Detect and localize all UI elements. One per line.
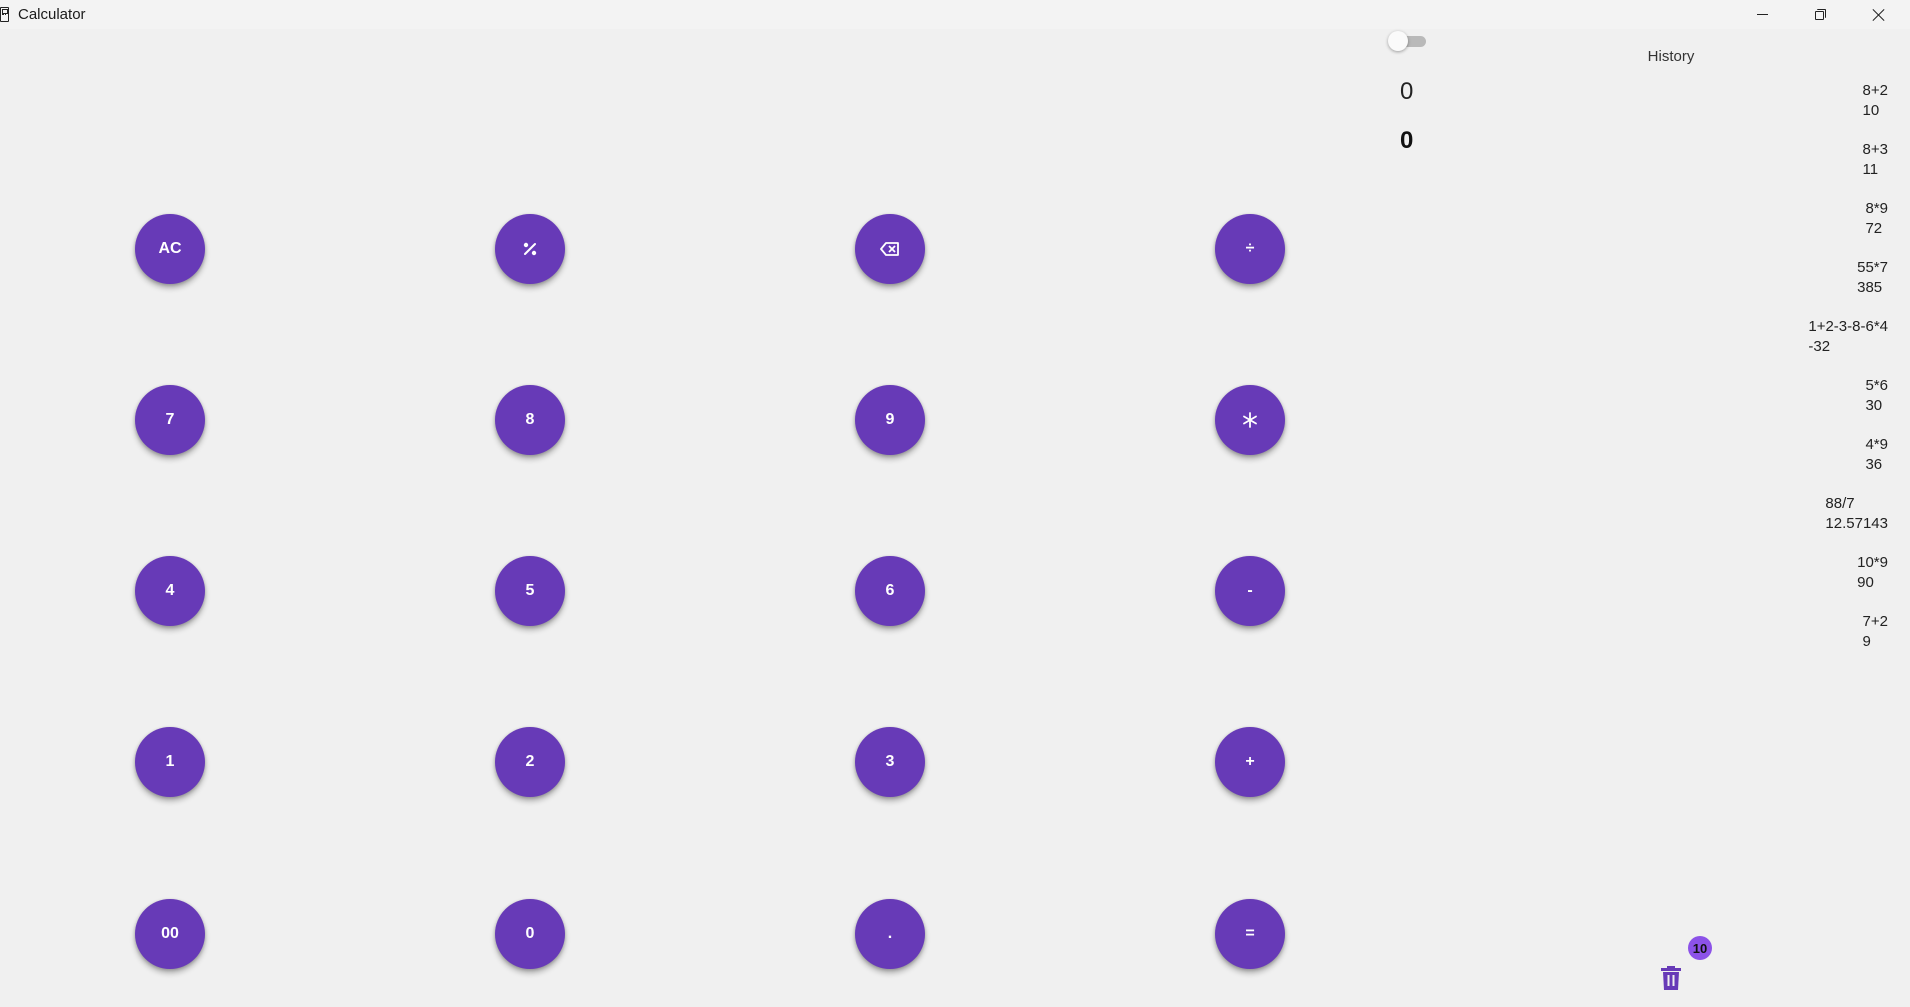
- calculator-icon: [0, 7, 9, 22]
- history-expression: 8+3: [1862, 141, 1888, 158]
- history-result: 12.57143: [1825, 515, 1888, 532]
- window-title: Calculator: [18, 6, 86, 23]
- key-7[interactable]: 7: [135, 385, 205, 455]
- key-decimal[interactable]: .: [855, 899, 925, 969]
- history-item[interactable]: 10*9 90: [1857, 553, 1888, 593]
- close-button[interactable]: [1849, 0, 1907, 29]
- history-result: 90: [1857, 574, 1874, 591]
- key-multiply[interactable]: [1215, 385, 1285, 455]
- key-percent[interactable]: [495, 214, 565, 284]
- key-minus[interactable]: -: [1215, 556, 1285, 626]
- history-expression: 7+2: [1862, 613, 1888, 630]
- history-result: 36: [1865, 456, 1883, 473]
- key-5[interactable]: 5: [495, 556, 565, 626]
- key-backspace[interactable]: [855, 214, 925, 284]
- history-item[interactable]: 8*9 72: [1865, 199, 1888, 239]
- key-00[interactable]: 00: [135, 899, 205, 969]
- key-ac[interactable]: AC: [135, 214, 205, 284]
- history-item[interactable]: 88/7 12.57143: [1825, 494, 1888, 534]
- key-6[interactable]: 6: [855, 556, 925, 626]
- history-result: -32: [1808, 338, 1831, 355]
- key-plus[interactable]: +: [1215, 727, 1285, 797]
- key-4[interactable]: 4: [135, 556, 205, 626]
- key-8[interactable]: 8: [495, 385, 565, 455]
- history-result: 9: [1862, 633, 1871, 650]
- key-9[interactable]: 9: [855, 385, 925, 455]
- close-icon: [1872, 8, 1885, 21]
- history-expression: 8*9: [1865, 200, 1888, 217]
- key-equals[interactable]: =: [1215, 899, 1285, 969]
- asterisk-icon: [1243, 412, 1257, 428]
- restore-icon: [1814, 9, 1826, 20]
- history-expression: 10*9: [1857, 554, 1888, 571]
- key-0[interactable]: 0: [495, 899, 565, 969]
- mode-toggle[interactable]: [1388, 31, 1428, 51]
- key-1[interactable]: 1: [135, 727, 205, 797]
- history-item[interactable]: 7+2 9: [1863, 612, 1888, 652]
- title-bar: Calculator: [0, 0, 1910, 29]
- minimize-button[interactable]: [1733, 0, 1791, 29]
- history-expression: 88/7: [1825, 495, 1855, 512]
- history-result: 11: [1862, 161, 1879, 178]
- key-3[interactable]: 3: [855, 727, 925, 797]
- history-item[interactable]: 5*6 30: [1865, 376, 1888, 416]
- history-expression: 8+2: [1862, 82, 1888, 99]
- backspace-icon: [880, 242, 899, 256]
- minimize-icon: [1756, 14, 1768, 15]
- history-expression: 55*7: [1857, 259, 1888, 276]
- history-item[interactable]: 8+3 11: [1863, 140, 1888, 180]
- expression-display: 0: [1400, 78, 1414, 105]
- history-result: 72: [1865, 220, 1883, 237]
- toggle-thumb: [1388, 31, 1408, 51]
- result-display: 0: [1400, 127, 1414, 154]
- history-count-badge: 10: [1688, 936, 1712, 960]
- keypad: AC ÷ 7 8 9 4 5 6 - 1 2 3 + 00 0 . =: [0, 29, 1380, 1007]
- history-expression: 1+2-3-8-6*4: [1808, 318, 1888, 335]
- history-item[interactable]: 4*9 36: [1865, 435, 1888, 475]
- history-expression: 5*6: [1865, 377, 1888, 394]
- restore-button[interactable]: [1791, 0, 1849, 29]
- key-2[interactable]: 2: [495, 727, 565, 797]
- percent-icon: [523, 242, 537, 256]
- history-result: 30: [1865, 397, 1883, 414]
- key-divide[interactable]: ÷: [1215, 214, 1285, 284]
- trash-icon: [1661, 966, 1681, 990]
- clear-history-button[interactable]: [1660, 966, 1682, 990]
- history-title: History: [1647, 48, 1695, 65]
- history-expression: 4*9: [1865, 436, 1888, 453]
- history-result: 385: [1857, 279, 1883, 296]
- history-result: 10: [1862, 102, 1880, 119]
- history-item[interactable]: 1+2-3-8-6*4 -32: [1808, 317, 1888, 357]
- history-item[interactable]: 55*7 385: [1857, 258, 1888, 298]
- history-item[interactable]: 8+2 10: [1863, 81, 1888, 121]
